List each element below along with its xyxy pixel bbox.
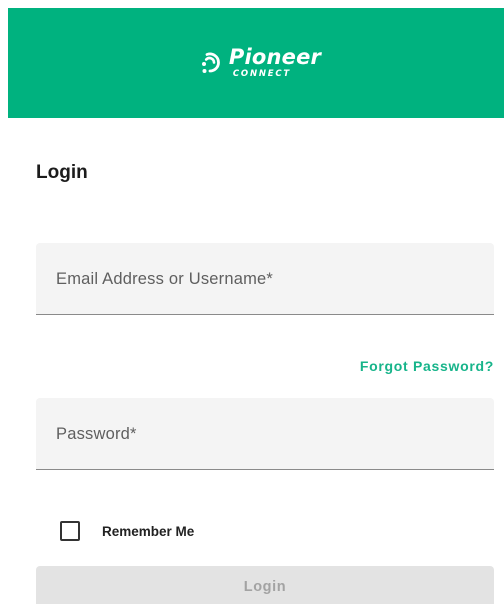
brand-name: Pioneer xyxy=(228,45,322,70)
remember-me-label[interactable]: Remember Me xyxy=(102,524,194,539)
brand-header: Pioneer CONNECT xyxy=(8,8,504,118)
forgot-password-link[interactable]: Forgot Password? xyxy=(360,358,494,374)
login-button[interactable]: Login xyxy=(36,566,494,604)
email-input[interactable] xyxy=(36,243,494,314)
login-page: Pioneer CONNECT Login Email Address or U… xyxy=(0,0,504,604)
pioneer-logo: Pioneer CONNECT xyxy=(199,47,321,79)
password-field[interactable]: Password* xyxy=(36,398,494,470)
page-title: Login xyxy=(36,162,88,183)
email-field[interactable]: Email Address or Username* xyxy=(36,243,494,315)
pioneer-logo-icon xyxy=(201,52,220,73)
brand-subtitle: CONNECT xyxy=(232,69,292,80)
remember-me[interactable]: Remember Me xyxy=(60,521,194,541)
remember-me-checkbox[interactable] xyxy=(60,521,80,541)
password-input[interactable] xyxy=(36,398,494,469)
